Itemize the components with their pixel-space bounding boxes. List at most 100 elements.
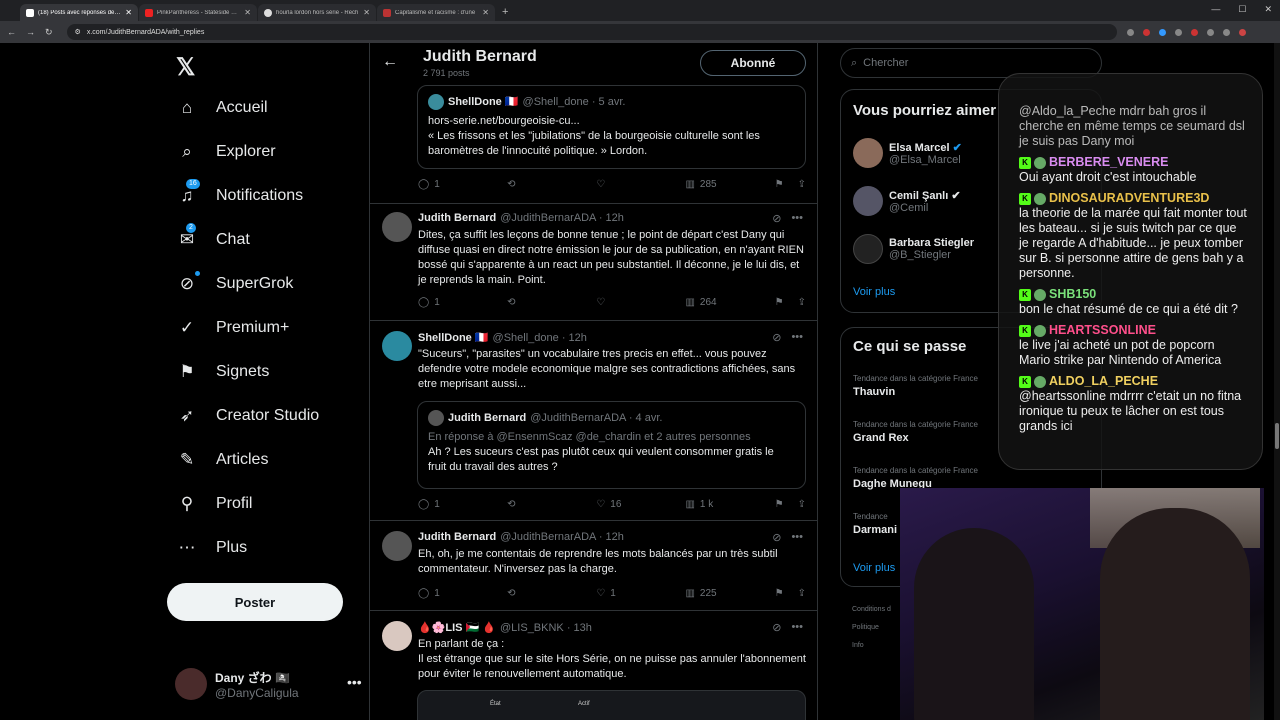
browser-tab[interactable]: Capitalisme et racisme : d'une ✕ [377, 4, 495, 21]
extension-icon[interactable] [1174, 28, 1182, 36]
scrollbar[interactable] [1274, 43, 1280, 720]
repost-button[interactable]: ⟲ [507, 499, 547, 510]
stream-chat-overlay: @Aldo_la_Peche mdrr bah gros il cherche … [998, 73, 1263, 470]
footer-link[interactable]: Info [852, 637, 891, 655]
nav-item-explorer[interactable]: ⌕ Explorer [176, 141, 275, 163]
grok-icon[interactable]: ⊘ [772, 621, 781, 634]
quote-link[interactable]: hors-serie.net/bourgeoisie-cu... [428, 114, 795, 129]
close-icon[interactable]: ✕ [363, 8, 370, 17]
more-icon[interactable]: ••• [347, 674, 362, 690]
see-more-link[interactable]: Voir plus [853, 562, 895, 574]
extension-icon[interactable] [1190, 28, 1198, 36]
close-icon[interactable]: ✕ [482, 8, 489, 17]
reload-icon[interactable]: ↻ [45, 27, 53, 38]
suggested-user[interactable]: Cemil Şanlı ✔ @Cemil [853, 186, 961, 216]
quoted-tweet[interactable]: Judith Bernard @JudithBernarADA · 4 avr. … [417, 401, 806, 489]
views-button[interactable]: ▥ 225 [685, 588, 725, 599]
bookmark-icon[interactable]: ⚑ [775, 588, 784, 599]
nav-item-signets[interactable]: ⚑ Signets [176, 361, 269, 383]
x-logo-icon[interactable]: 𝕏 [176, 53, 195, 82]
close-window-icon[interactable]: ✕ [1264, 4, 1272, 15]
site-info-icon[interactable]: ⚙ [75, 28, 81, 36]
nav-item-plus[interactable]: ⋯ Plus [176, 537, 248, 559]
kick-badge-icon: K [1019, 192, 1031, 205]
browser-tab[interactable]: hourla lordon hors série - Rech ✕ [258, 4, 376, 21]
like-button[interactable]: ♡ 16 [596, 499, 636, 510]
like-button[interactable]: ♡ 1 [596, 588, 636, 599]
reply-button[interactable]: ◯ 1 [418, 297, 458, 308]
nav-item-profil[interactable]: ⚲ Profil [176, 493, 253, 515]
views-button[interactable]: ▥ 285 [685, 179, 725, 190]
extension-icon[interactable] [1158, 28, 1166, 36]
close-icon[interactable]: ✕ [125, 8, 132, 17]
trend-item[interactable]: Tendance dans la catégorie France Daghe M… [853, 466, 978, 490]
back-icon[interactable]: ← [7, 27, 16, 38]
share-icon[interactable]: ⇪ [798, 179, 806, 190]
tweet[interactable]: Judith Bernard @JudithBernarADA · 12h ⊘ ••… [370, 203, 817, 320]
tweet-image[interactable]: État Actif [417, 690, 806, 720]
reply-button[interactable]: ◯ 1 [418, 179, 458, 190]
nav-item-creator-studio[interactable]: ➶ Creator Studio [176, 405, 319, 427]
extension-icon[interactable] [1142, 28, 1150, 36]
url-field[interactable]: ⚙ x.com/JudithBernardADA/with_replies [66, 24, 1117, 40]
like-button[interactable]: ♡ [596, 179, 636, 190]
share-icon[interactable]: ⇪ [798, 297, 806, 308]
bookmark-icon[interactable]: ⚑ [775, 297, 784, 308]
repost-button[interactable]: ⟲ [507, 297, 547, 308]
more-icon[interactable]: ••• [791, 531, 803, 544]
reply-button[interactable]: ◯ 1 [418, 499, 458, 510]
browser-tab[interactable]: PinkPantheress - Stateside + Za ✕ [139, 4, 257, 21]
post-button[interactable]: Poster [167, 583, 343, 621]
bookmark-icon[interactable]: ⚑ [775, 499, 784, 510]
chat-username: SHB150 [1049, 287, 1097, 301]
trend-name: Thauvin [853, 386, 896, 398]
follow-button[interactable]: Abonné [700, 50, 806, 76]
forward-icon[interactable]: → [26, 27, 35, 38]
footer-link[interactable]: Conditions d [852, 601, 891, 619]
repost-button[interactable]: ⟲ [507, 588, 547, 599]
extension-icon[interactable] [1206, 28, 1214, 36]
extension-icon[interactable] [1222, 28, 1230, 36]
reply-button[interactable]: ◯ 1 [418, 588, 458, 599]
views-button[interactable]: ▥ 264 [685, 297, 725, 308]
trend-item[interactable]: Tendance dans la catégorie France Grand R… [853, 420, 978, 444]
suggested-user[interactable]: Elsa Marcel ✔ @Elsa_Marcel [853, 138, 962, 168]
suggested-user[interactable]: Barbara Stiegler @B_Stiegler [853, 234, 974, 264]
trend-item[interactable]: Tendance Darmani [853, 512, 897, 536]
nav-item-premium[interactable]: ✓ Premium+ [176, 317, 289, 339]
browser-tab[interactable]: (18) Posts avec réponses de Judi ✕ [20, 4, 138, 21]
like-button[interactable]: ♡ [596, 297, 636, 308]
extension-icon[interactable] [1126, 28, 1134, 36]
share-icon[interactable]: ⇪ [798, 499, 806, 510]
quoted-tweet[interactable]: ShellDone 🇫🇷 @Shell_done · 5 avr. hors-se… [417, 85, 806, 169]
new-tab-icon[interactable]: + [502, 6, 508, 18]
more-icon[interactable]: ••• [791, 621, 803, 634]
repost-button[interactable]: ⟲ [507, 179, 547, 190]
tweet[interactable]: 🩸🌸LIS 🇵🇸 🩸 @LIS_BKNK · 13h ⊘ ••• En parlan… [370, 610, 817, 720]
account-switcher[interactable]: Dany ざわ 🏴‍☠️ @DanyCaligula ••• [175, 668, 362, 700]
grok-icon[interactable]: ⊘ [772, 331, 781, 344]
nav-item-chat[interactable]: ✉ 2 Chat [176, 223, 250, 251]
nav-item-notifications[interactable]: ♫ 16 Notifications [176, 179, 303, 207]
footer-link[interactable]: Politique [852, 619, 891, 637]
close-icon[interactable]: ✕ [244, 8, 251, 17]
bookmark-icon[interactable]: ⚑ [775, 179, 784, 190]
tweet[interactable]: ShellDone 🇫🇷 @Shell_done · 12h ⊘ ••• "Suce… [370, 320, 817, 520]
nav-item-accueil[interactable]: ⌂ Accueil [176, 97, 268, 119]
maximize-icon[interactable]: ☐ [1238, 4, 1246, 15]
more-icon[interactable]: ••• [791, 212, 803, 225]
nav-item-supergrok[interactable]: ⊘ SuperGrok [176, 271, 293, 295]
views-button[interactable]: ▥ 1 k [685, 499, 725, 510]
chat-message: @Aldo_la_Peche mdrr bah gros il cherche … [1019, 104, 1248, 149]
minimize-icon[interactable]: — [1211, 4, 1220, 15]
trend-item[interactable]: Tendance dans la catégorie France Thauvin [853, 374, 978, 398]
more-icon[interactable]: ••• [791, 331, 803, 344]
share-icon[interactable]: ⇪ [798, 588, 806, 599]
nav-item-articles[interactable]: ✎ Articles [176, 449, 269, 471]
see-more-link[interactable]: Voir plus [853, 286, 895, 298]
grok-icon[interactable]: ⊘ [772, 531, 781, 544]
grok-icon[interactable]: ⊘ [772, 212, 781, 225]
back-arrow-icon[interactable]: ← [382, 53, 398, 71]
profile-icon[interactable] [1238, 28, 1246, 36]
tweet[interactable]: Judith Bernard @JudithBernarADA · 12h ⊘ ••… [370, 520, 817, 610]
